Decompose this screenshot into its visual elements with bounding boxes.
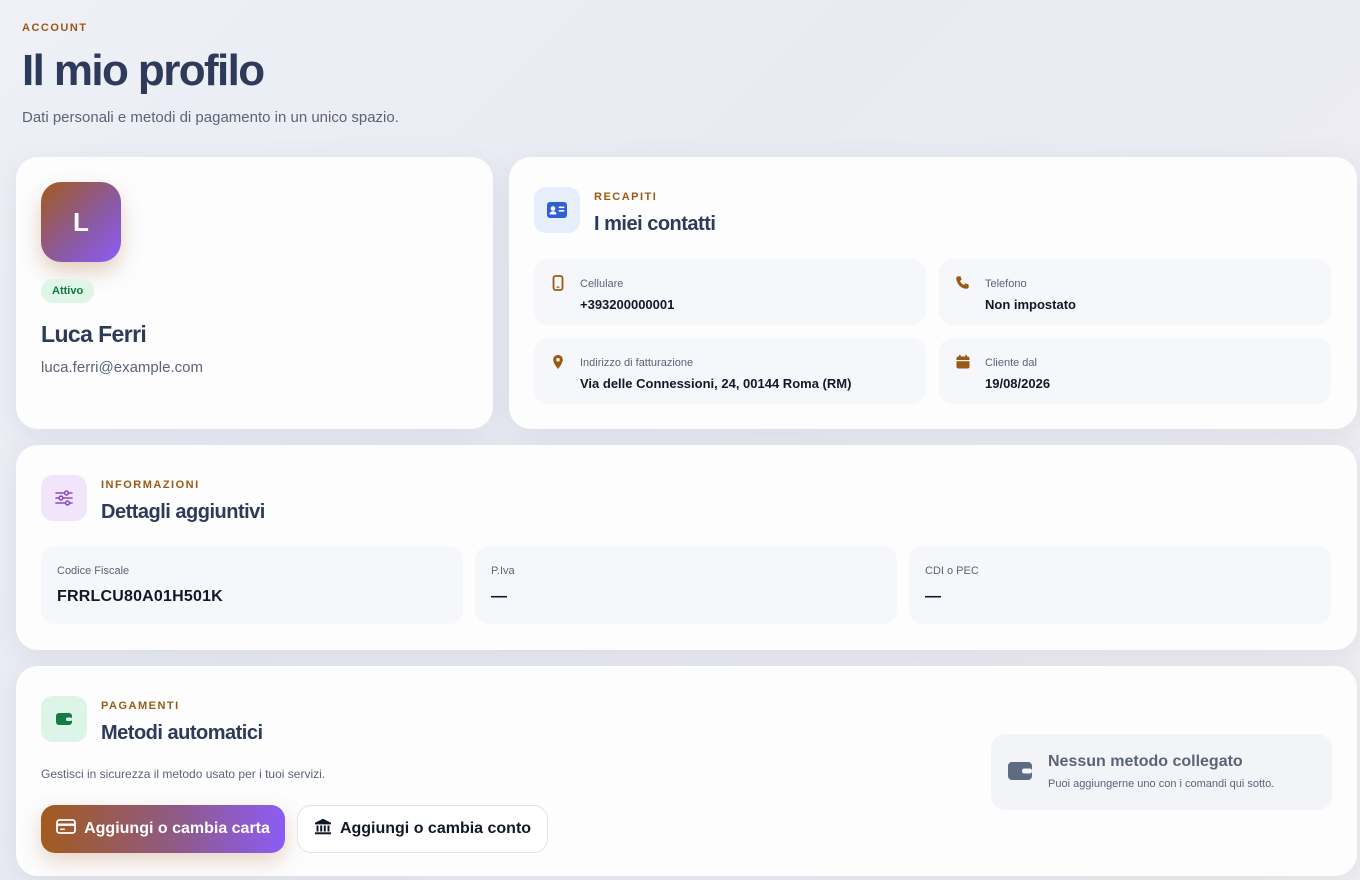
page-subtitle: Dati personali e metodi di pagamento in … xyxy=(22,109,399,126)
field-value: +393200000001 xyxy=(580,297,675,312)
field-value: — xyxy=(491,588,508,605)
field-value: Via delle Connessioni, 24, 00144 Roma (R… xyxy=(580,376,852,391)
field-vat: P.Iva — xyxy=(475,546,897,624)
payments-card: PAGAMENTI Metodi automatici Gestisci in … xyxy=(16,666,1357,876)
info-header: INFORMAZIONI Dettagli aggiuntivi xyxy=(101,479,265,524)
user-email: luca.ferri@example.com xyxy=(41,359,203,376)
change-account-button[interactable]: Aggiungi o cambia conto xyxy=(297,805,548,853)
credit-card-icon xyxy=(56,819,76,839)
payments-description: Gestisci in sicurezza il metodo usato pe… xyxy=(41,767,326,781)
empty-state-subtitle: Puoi aggiungerne uno con i comandi qui s… xyxy=(1048,778,1275,790)
field-label: P.Iva xyxy=(491,565,515,577)
change-account-label: Aggiungi o cambia conto xyxy=(339,820,532,837)
payments-header: PAGAMENTI Metodi automatici xyxy=(101,700,263,745)
field-value: — xyxy=(925,588,942,605)
sliders-icon xyxy=(41,475,87,521)
avatar: L xyxy=(41,182,121,262)
page-header: ACCOUNT Il mio profilo Dati personali e … xyxy=(22,22,399,126)
field-mobile: Cellulare +393200000001 xyxy=(534,259,926,325)
profile-card: L Attivo Luca Ferri luca.ferri@example.c… xyxy=(16,157,493,429)
field-value: FRRLCU80A01H501K xyxy=(57,588,223,605)
field-customer-since: Cliente dal 19/08/2026 xyxy=(939,338,1331,404)
page-title: Il mio profilo xyxy=(22,46,265,95)
field-label: Codice Fiscale xyxy=(57,565,130,577)
field-label: Indirizzo di fatturazione xyxy=(580,357,694,369)
contact-card-icon xyxy=(534,187,580,233)
payments-eyebrow: PAGAMENTI xyxy=(101,700,180,712)
contacts-header: RECAPITI I miei contatti xyxy=(594,191,716,236)
info-eyebrow: INFORMAZIONI xyxy=(101,479,200,491)
phone-icon xyxy=(955,275,971,291)
page-eyebrow: ACCOUNT xyxy=(22,22,88,34)
field-label: Cellulare xyxy=(580,278,624,290)
user-name: Luca Ferri xyxy=(41,321,147,347)
calendar-icon xyxy=(955,354,971,370)
contacts-card: RECAPITI I miei contatti Cellulare +3932… xyxy=(509,157,1357,429)
bank-icon xyxy=(314,818,332,840)
field-label: CDI o PEC xyxy=(925,565,979,577)
change-card-button[interactable]: Aggiungi o cambia carta xyxy=(41,805,285,853)
field-sdi-pec: CDI o PEC — xyxy=(909,546,1331,624)
info-card: INFORMAZIONI Dettagli aggiuntivi Codice … xyxy=(16,445,1357,650)
change-card-label: Aggiungi o cambia carta xyxy=(84,820,270,837)
field-value: Non impostato xyxy=(985,297,1076,312)
location-pin-icon xyxy=(550,354,566,370)
mobile-phone-icon xyxy=(550,275,566,291)
payments-title: Metodi automatici xyxy=(101,722,263,744)
field-value: 19/08/2026 xyxy=(985,376,1051,391)
wallet-icon xyxy=(1007,760,1033,787)
field-label: Cliente dal xyxy=(985,357,1037,369)
field-phone: Telefono Non impostato xyxy=(939,259,1331,325)
info-title: Dettagli aggiuntivi xyxy=(101,501,265,523)
field-billing-address: Indirizzo di fatturazione Via delle Conn… xyxy=(534,338,926,404)
empty-state-title: Nessun metodo collegato xyxy=(1048,753,1243,770)
contacts-eyebrow: RECAPITI xyxy=(594,191,658,203)
field-tax-code: Codice Fiscale FRRLCU80A01H501K xyxy=(41,546,463,624)
contacts-title: I miei contatti xyxy=(594,213,716,235)
field-label: Telefono xyxy=(985,278,1027,290)
empty-payment-state: Nessun metodo collegato Puoi aggiungerne… xyxy=(991,734,1332,810)
wallet-icon xyxy=(41,696,87,742)
status-badge: Attivo xyxy=(41,279,95,303)
